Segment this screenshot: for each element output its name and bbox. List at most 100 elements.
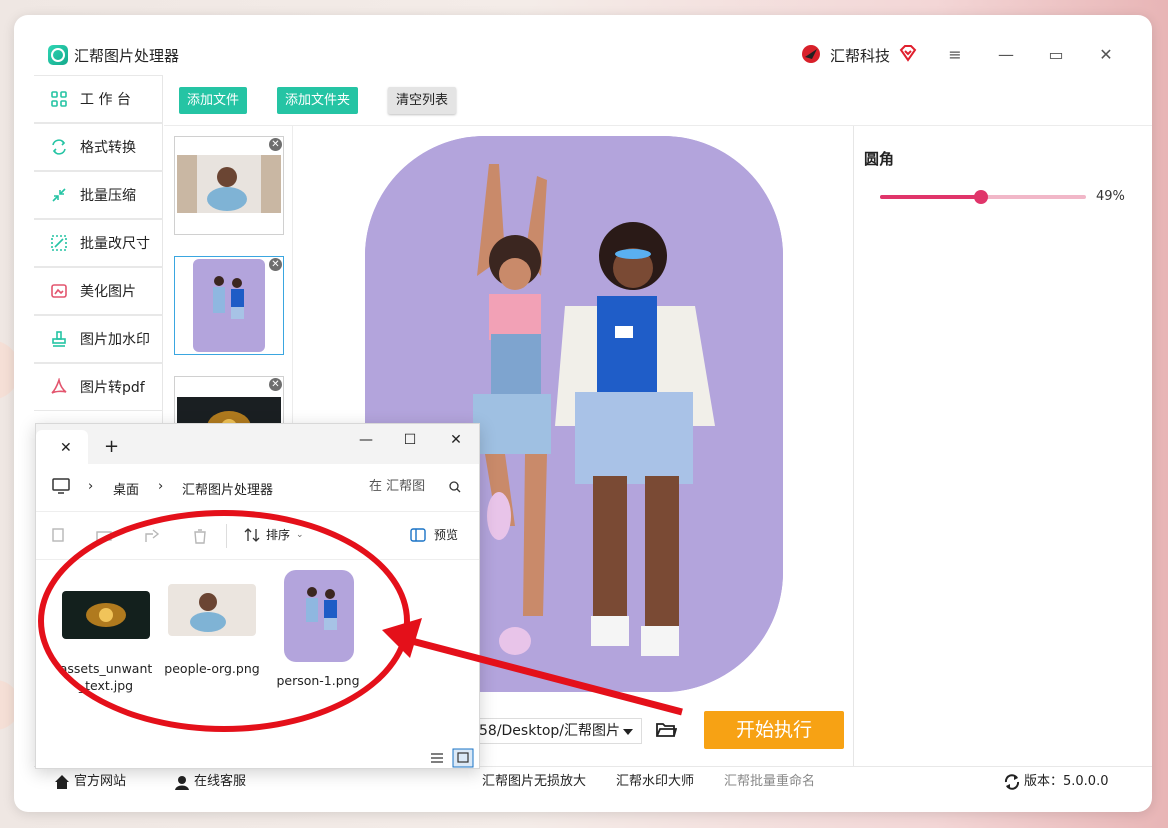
search-icon <box>449 481 461 493</box>
brand-name[interactable]: 汇帮科技 <box>830 45 890 66</box>
chevron-down-icon <box>623 729 633 735</box>
remove-thumbnail-icon[interactable]: ✕ <box>269 378 282 391</box>
sort-label: 排序 <box>266 528 291 542</box>
file-name: people-org.png <box>164 661 260 676</box>
corner-radius-slider[interactable] <box>880 190 1086 204</box>
chevron-down-icon: ⌄ <box>296 529 304 540</box>
footer-link-rename[interactable]: 汇帮批量重命名 <box>724 767 815 797</box>
sidebar-item-batch-resize[interactable]: 批量改尺寸 <box>34 219 163 267</box>
explorer-search-box[interactable]: 在 汇帮图 <box>363 472 473 502</box>
new-tab-icon[interactable]: + <box>104 436 119 457</box>
app-title: 汇帮图片处理器 <box>74 47 180 65</box>
thumbnail-item-selected[interactable]: ✕ <box>174 256 284 355</box>
computer-icon[interactable] <box>52 478 70 494</box>
sidebar-item-label: 批量压缩 <box>80 188 136 204</box>
home-icon <box>55 775 69 789</box>
explorer-minimize-button[interactable]: — <box>356 432 376 448</box>
version-info: 版本：5.0.0.0 <box>1004 767 1108 797</box>
online-support-label: 在线客服 <box>194 774 247 789</box>
footer-link-upscale[interactable]: 汇帮图片无损放大 <box>482 767 586 797</box>
explorer-maximize-button[interactable]: ☐ <box>400 432 420 448</box>
rename-icon[interactable] <box>96 528 112 544</box>
close-button[interactable]: ✕ <box>1094 43 1118 67</box>
support-agent-icon <box>175 776 189 790</box>
explorer-close-button[interactable]: ✕ <box>446 432 466 448</box>
breadcrumb-desktop[interactable]: 桌面 <box>113 479 139 498</box>
slider-value: 49% <box>1096 189 1125 204</box>
sidebar-item-label: 图片转pdf <box>80 380 145 396</box>
sidebar-item-label: 工 作 台 <box>80 92 131 108</box>
footer-bar: 官方网站 在线客服 汇帮图片无损放大 汇帮水印大师 汇帮批量重命名 版本：5.0… <box>34 766 1152 796</box>
copy-icon[interactable] <box>50 528 66 544</box>
vip-diamond-icon[interactable] <box>898 43 918 63</box>
remove-thumbnail-icon[interactable]: ✕ <box>269 138 282 151</box>
close-tab-icon[interactable]: ✕ <box>60 440 72 456</box>
sidebar-item-label: 批量改尺寸 <box>80 236 150 252</box>
sidebar-item-to-pdf[interactable]: 图片转pdf <box>34 363 163 411</box>
add-folder-button[interactable]: 添加文件夹 <box>277 87 359 114</box>
sidebar-item-format-convert[interactable]: 格式转换 <box>34 123 163 171</box>
file-name: assets_unwant_text.jpg <box>59 661 153 693</box>
explorer-file-grid: assets_unwant_text.jpg people-org.png pe… <box>36 560 479 746</box>
folder-open-icon[interactable] <box>655 720 677 740</box>
settings-panel: 圆角 49% <box>853 126 1152 766</box>
chevron-right-icon: › <box>88 479 94 494</box>
file-item[interactable]: assets_unwant_text.jpg <box>58 570 154 694</box>
details-view-icon[interactable] <box>426 748 448 768</box>
official-website-link[interactable]: 官方网站 <box>54 767 126 797</box>
search-placeholder: 在 汇帮图 <box>369 479 426 494</box>
sort-button[interactable]: 排序 ⌄ <box>244 526 304 543</box>
beautify-icon <box>51 284 67 298</box>
file-explorer-window: ✕ + — ☐ ✕ › 桌面 › 汇帮图片处理器 在 汇帮图 排序 ⌄ 预览 a… <box>35 423 480 769</box>
divider <box>226 524 227 548</box>
preview-pane-button[interactable]: 预览 <box>410 526 458 543</box>
breadcrumb-folder[interactable]: 汇帮图片处理器 <box>182 479 273 498</box>
footer-link-watermark[interactable]: 汇帮水印大师 <box>616 767 694 797</box>
sidebar-item-label: 格式转换 <box>80 140 136 156</box>
explorer-command-bar: 排序 ⌄ 预览 <box>36 512 479 560</box>
clear-list-button[interactable]: 清空列表 <box>388 87 457 114</box>
version-label: 版本：5.0.0.0 <box>1024 774 1109 789</box>
tiles-view-icon[interactable] <box>452 748 474 768</box>
compress-icon <box>52 188 66 202</box>
file-name: person-1.png <box>276 673 360 688</box>
start-button[interactable]: 开始执行 <box>704 711 844 749</box>
menu-icon[interactable]: ≡ <box>943 43 967 67</box>
sidebar-item-label: 图片加水印 <box>80 332 150 348</box>
stamp-icon <box>52 331 66 347</box>
sidebar-item-workbench[interactable]: 工 作 台 <box>34 75 163 123</box>
sort-icon <box>244 527 260 542</box>
resize-icon <box>51 235 67 251</box>
file-thumbnail-person <box>284 570 354 662</box>
preview-label: 预览 <box>434 528 459 542</box>
remove-thumbnail-icon[interactable]: ✕ <box>269 258 282 271</box>
file-item[interactable]: person-1.png <box>270 570 366 689</box>
add-file-button[interactable]: 添加文件 <box>179 87 248 114</box>
slider-fill <box>880 195 981 199</box>
file-item[interactable]: people-org.png <box>164 570 260 677</box>
corner-radius-title: 圆角 <box>864 150 895 168</box>
chevron-right-icon: › <box>158 479 164 494</box>
sidebar-item-watermark[interactable]: 图片加水印 <box>34 315 163 363</box>
share-icon[interactable] <box>144 528 160 544</box>
online-support-link[interactable]: 在线客服 <box>174 767 246 797</box>
official-website-label: 官方网站 <box>74 774 127 789</box>
delete-icon[interactable] <box>192 528 208 544</box>
explorer-address-bar: › 桌面 › 汇帮图片处理器 在 汇帮图 <box>36 464 479 512</box>
brand-logo-icon <box>802 45 820 63</box>
grid-icon <box>51 91 67 107</box>
output-path-select[interactable]: 58/Desktop/汇帮图片 <box>474 718 642 744</box>
maximize-button[interactable]: ▭ <box>1044 43 1068 67</box>
sidebar-item-beautify[interactable]: 美化图片 <box>34 267 163 315</box>
explorer-status-bar <box>36 746 479 770</box>
convert-icon <box>52 139 66 155</box>
thumbnail-item[interactable]: ✕ <box>174 136 284 235</box>
preview-pane-icon <box>410 527 426 542</box>
sidebar-item-batch-compress[interactable]: 批量压缩 <box>34 171 163 219</box>
pdf-icon <box>51 378 67 394</box>
slider-handle[interactable] <box>973 190 988 204</box>
explorer-tab-bar: ✕ + — ☐ ✕ <box>36 424 479 464</box>
refresh-icon <box>1004 774 1020 790</box>
minimize-button[interactable]: — <box>994 43 1018 67</box>
sidebar-item-label: 美化图片 <box>80 284 136 300</box>
